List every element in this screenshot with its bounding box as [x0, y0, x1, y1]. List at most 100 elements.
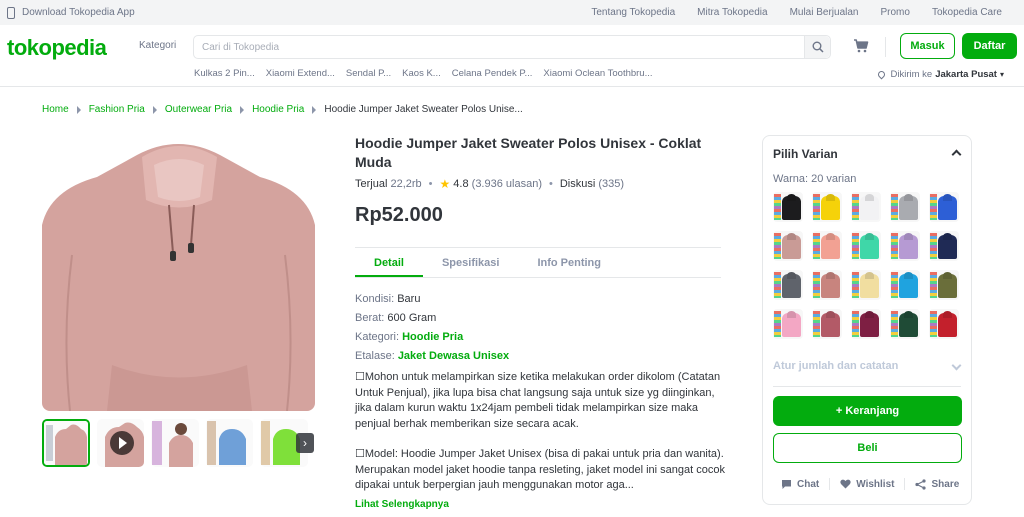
color-variant-swatch[interactable]: [773, 192, 803, 222]
spec-label: Berat:: [355, 312, 385, 324]
download-app-link[interactable]: Download Tokopedia App: [7, 6, 135, 19]
color-chart-strip: [930, 311, 937, 337]
product-main-image[interactable]: [42, 135, 315, 411]
color-chart-strip: [930, 194, 937, 220]
category-link[interactable]: Hoodie Pria: [402, 331, 463, 343]
top-link-care[interactable]: Tokopedia Care: [932, 7, 1002, 18]
top-link-promo[interactable]: Promo: [881, 7, 910, 18]
spec-value: Baru: [397, 293, 421, 305]
color-variant-swatch[interactable]: [773, 309, 803, 339]
thumbnail-next-arrow-icon[interactable]: ›: [296, 433, 314, 453]
tab-info-penting[interactable]: Info Penting: [518, 249, 620, 277]
hood-shape: [826, 311, 835, 318]
chat-button[interactable]: Chat: [781, 479, 819, 490]
rating-value: 4.8: [453, 178, 469, 190]
thumbnail-image[interactable]: [42, 419, 90, 467]
suggestion-link[interactable]: Kaos K...: [402, 68, 441, 79]
color-variant-swatch[interactable]: [890, 309, 920, 339]
description-paragraph: ☐Mohon untuk melampirkan size ketika mel…: [355, 371, 721, 430]
daftar-button[interactable]: Daftar: [962, 33, 1017, 59]
location-prefix: Dikirim ke: [890, 69, 933, 80]
add-to-cart-button[interactable]: + Keranjang: [773, 396, 962, 426]
share-button[interactable]: Share: [915, 479, 959, 490]
top-link-mitra[interactable]: Mitra Tokopedia: [697, 7, 767, 18]
color-variant-swatch[interactable]: [773, 270, 803, 300]
bullet-separator: •: [428, 178, 433, 190]
suggestion-link[interactable]: Xiaomi Oclean Toothbru...: [543, 68, 652, 79]
color-variant-swatch[interactable]: [890, 192, 920, 222]
hood-shape: [904, 311, 913, 318]
color-variant-swatch[interactable]: [812, 270, 842, 300]
color-variant-swatch[interactable]: [929, 231, 959, 261]
search-suggestions: Kulkas 2 Pin... Xiaomi Extend... Sendal …: [194, 68, 664, 79]
shipping-location[interactable]: Dikirim ke Jakarta Pusat ▾: [877, 69, 1004, 80]
breadcrumb-current: Hoodie Jumper Jaket Sweater Polos Unise.…: [324, 104, 523, 115]
color-variant-swatch[interactable]: [851, 270, 881, 300]
hood-shape: [865, 311, 874, 318]
spec-label: Kategori:: [355, 331, 400, 343]
thumbnail-video[interactable]: [96, 419, 145, 467]
chat-icon: [782, 479, 791, 489]
color-chart-strip: [813, 272, 820, 298]
chevron-up-icon[interactable]: [951, 149, 962, 160]
hoodie-thumbnail-icon: [44, 421, 88, 465]
breadcrumb-separator-icon: [76, 105, 81, 114]
breadcrumb-hoodie-pria[interactable]: Hoodie Pria: [252, 104, 304, 115]
play-icon: [109, 431, 134, 455]
suggestion-link[interactable]: Celana Pendek P...: [452, 68, 533, 79]
kategori-menu[interactable]: Kategori: [139, 40, 176, 51]
thumbnail-image[interactable]: [205, 419, 254, 467]
discussion-label[interactable]: Diskusi: [560, 178, 595, 190]
top-link-tentang[interactable]: Tentang Tokopedia: [591, 7, 675, 18]
color-variant-swatch[interactable]: [812, 309, 842, 339]
suggestion-link[interactable]: Kulkas 2 Pin...: [194, 68, 255, 79]
tab-detail[interactable]: Detail: [355, 249, 423, 277]
wishlist-label: Wishlist: [856, 478, 895, 490]
thumbnail-image[interactable]: [151, 419, 199, 467]
quantity-notes-label[interactable]: Atur jumlah dan catatan: [773, 360, 898, 372]
suggestion-link[interactable]: Sendal P...: [346, 68, 391, 79]
tokopedia-logo[interactable]: tokopedia: [7, 35, 107, 61]
color-chart-strip: [891, 194, 898, 220]
color-variant-swatch[interactable]: [851, 309, 881, 339]
color-variant-swatch[interactable]: [929, 309, 959, 339]
product-specs: Kondisi: Baru Berat: 600 Gram Kategori: …: [355, 290, 509, 366]
breadcrumb-fashion-pria[interactable]: Fashion Pria: [89, 104, 145, 115]
breadcrumb-home[interactable]: Home: [42, 104, 69, 115]
wishlist-button[interactable]: Wishlist: [840, 479, 894, 490]
etalase-link[interactable]: Jaket Dewasa Unisex: [398, 350, 509, 362]
header: tokopedia Kategori Masuk Daftar Kulkas 2…: [0, 25, 1024, 87]
color-variant-swatch[interactable]: [929, 270, 959, 300]
chevron-down-icon[interactable]: [951, 360, 962, 371]
cart-icon[interactable]: [853, 39, 869, 53]
breadcrumb: Home Fashion Pria Outerwear Pria Hoodie …: [42, 104, 523, 115]
color-chart-strip: [813, 311, 820, 337]
breadcrumb-outerwear-pria[interactable]: Outerwear Pria: [165, 104, 232, 115]
color-variant-swatch[interactable]: [812, 231, 842, 261]
buy-button[interactable]: Beli: [773, 433, 962, 463]
color-chart-strip: [891, 311, 898, 337]
search-input[interactable]: [202, 36, 802, 58]
color-chart-strip: [774, 272, 781, 298]
search-button[interactable]: [804, 36, 830, 58]
color-variant-swatch[interactable]: [890, 231, 920, 261]
top-link-mulai-berjualan[interactable]: Mulai Berjualan: [790, 7, 859, 18]
hood-shape: [943, 233, 952, 240]
masuk-button[interactable]: Masuk: [900, 33, 955, 59]
read-more-link[interactable]: Lihat Selengkapnya: [355, 499, 449, 510]
color-chart-strip: [891, 272, 898, 298]
color-variant-swatch[interactable]: [812, 192, 842, 222]
suggestion-link[interactable]: Xiaomi Extend...: [266, 68, 335, 79]
color-chart-strip: [813, 194, 820, 220]
review-count[interactable]: (3.936 ulasan): [472, 178, 542, 190]
color-variant-swatch[interactable]: [929, 192, 959, 222]
color-variant-swatch[interactable]: [773, 231, 803, 261]
color-chart-strip: [774, 233, 781, 259]
tab-spesifikasi[interactable]: Spesifikasi: [423, 249, 518, 277]
color-variant-swatch[interactable]: [851, 231, 881, 261]
color-variant-swatch[interactable]: [890, 270, 920, 300]
hoodie-thumbnail-icon: [205, 419, 254, 467]
hoodie-illustration: [42, 135, 315, 411]
hood-shape: [943, 194, 952, 201]
color-variant-swatch[interactable]: [851, 192, 881, 222]
